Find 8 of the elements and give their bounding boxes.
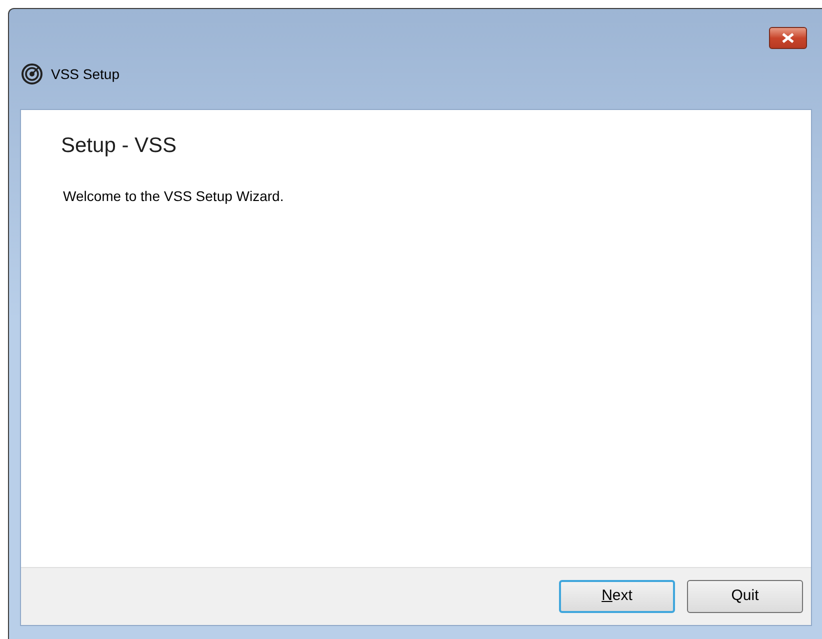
target-icon	[21, 63, 43, 85]
dialog-button[interactable]: Quit	[687, 580, 803, 613]
close-icon	[781, 33, 795, 43]
close-button[interactable]	[769, 27, 807, 49]
window-title: VSS Setup	[51, 64, 120, 84]
welcome-text: Welcome to the VSS Setup Wizard.	[63, 186, 284, 206]
page-heading: Setup - VSS	[61, 133, 177, 159]
dialog-button[interactable]: Next	[559, 580, 675, 613]
